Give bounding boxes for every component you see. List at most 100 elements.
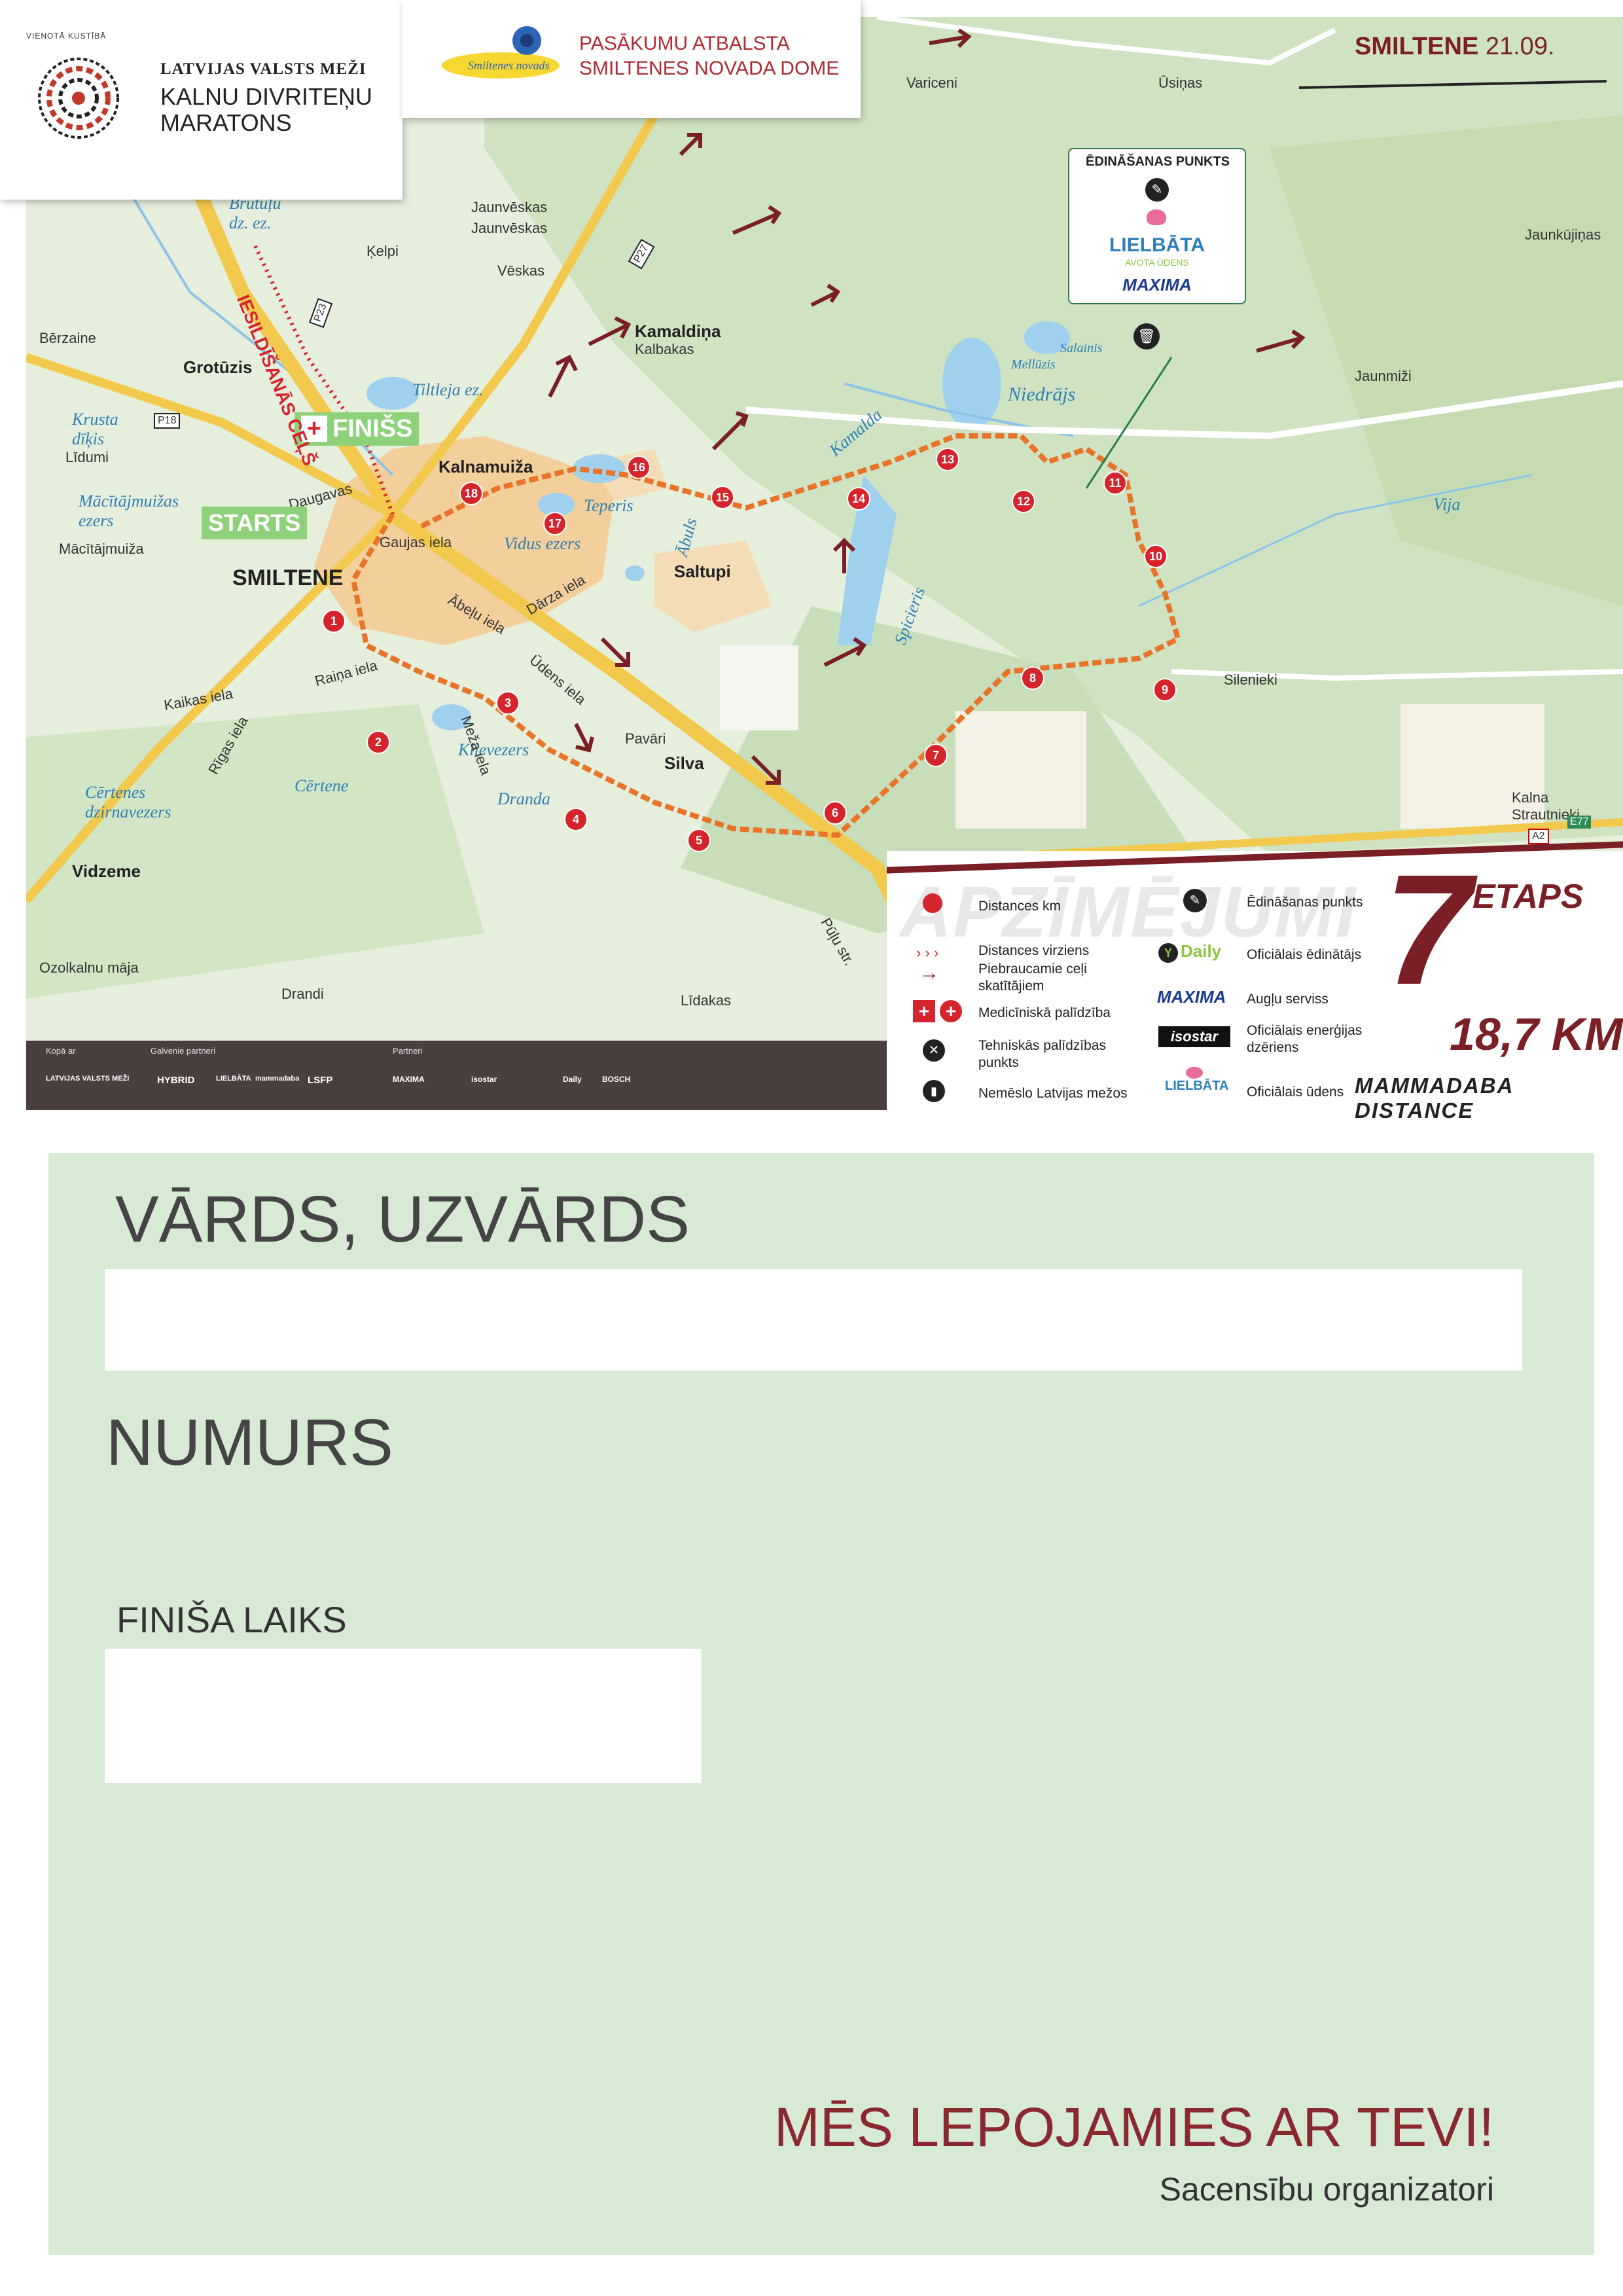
org-name: LATVIJAS VALSTS MEŽI <box>160 60 366 78</box>
number-label: NUMURS <box>106 1406 393 1479</box>
water-label: Vija <box>1433 495 1461 514</box>
partner-logo: LSFP <box>308 1075 333 1086</box>
bird-logo-icon <box>1147 209 1166 225</box>
organizers-signature: Sacensību organizatori <box>1159 2171 1494 2208</box>
stage-number: 7 <box>1384 842 1472 1017</box>
legend-item: Augļu serviss <box>1247 992 1329 1007</box>
km-marker: 6 <box>823 801 847 825</box>
event-series-name: KALNU DIVRITEŅU MARATONS <box>160 83 373 136</box>
water-label: Jaunvēskas <box>471 220 548 236</box>
km-marker: 3 <box>496 691 520 715</box>
legend-item: Oficiālais ūdens <box>1247 1085 1344 1100</box>
town-label: Līdakas <box>681 992 732 1009</box>
smiltene-novads-logo <box>442 26 560 79</box>
organizer-header: VIENOTĀ KUSTĪBĀ LATVIJAS VALSTS MEŽI KAL… <box>0 0 402 200</box>
km-marker: 11 <box>1103 471 1127 495</box>
legend-item: Distances virziens <box>978 943 1090 958</box>
lielbata-bird-icon <box>1186 1067 1203 1079</box>
finish-time-label: FINIŠA LAIKS <box>116 1599 347 1640</box>
water-label: Tiltleja ez. <box>412 380 484 399</box>
partner-logo: BOSCH <box>602 1075 631 1084</box>
lielbata-logo: LIELBĀTA <box>1165 1067 1228 1094</box>
partners-bar: Kopā ar Galvenie partneri Partneri LATVI… <box>26 1041 887 1110</box>
isostar-logo: isostar <box>1158 1026 1230 1047</box>
feed-icon: ✎ <box>1145 178 1169 202</box>
town-label: Ķelpi <box>366 243 399 259</box>
stage-label: ETAPS <box>1472 878 1584 916</box>
partners-label: Kopā ar <box>46 1046 76 1056</box>
water-label: Vidus ezers <box>504 534 581 553</box>
town-label: Līdumi <box>65 449 109 465</box>
legend-item: Nemēslo Latvijas mežos <box>978 1086 1128 1101</box>
event-date-title: SMILTENE 21.09. <box>1355 33 1555 61</box>
town-label: Jaunmiži <box>1355 368 1412 384</box>
name-label: VĀRDS, UZVĀRDS <box>115 1183 690 1256</box>
name-field[interactable] <box>105 1269 1522 1371</box>
event-place: SMILTENE <box>1355 33 1479 60</box>
lielbata-subtitle: AVOTA ŪDENS <box>1125 257 1189 268</box>
water-label: Cērtenes dzirnavezers <box>85 783 171 821</box>
town-label: Silva <box>664 753 704 773</box>
partner-logo: LIELBĀTA <box>216 1075 251 1083</box>
km-marker: 13 <box>936 448 959 471</box>
legend-watermark: APZĪMĒJUMI <box>900 872 1357 952</box>
town-label: Kamaldiņa <box>635 321 721 341</box>
town-label: Silenieki <box>1224 672 1277 688</box>
maxima-logo: MAXIMA <box>1122 275 1192 295</box>
partners-label: Galvenie partneri <box>151 1046 215 1056</box>
lielbata-logo: LIELBĀTA <box>1109 234 1205 256</box>
town-label: Jaunkūjiņas <box>1525 226 1601 243</box>
partner-logo: Daily <box>563 1075 582 1084</box>
town-label: Kalnamuiža <box>438 457 533 476</box>
km-marker: 12 <box>1012 490 1035 513</box>
trash-icon: 🗑 <box>1133 323 1160 350</box>
stage-distance: 18,7 KM <box>1450 1009 1623 1060</box>
legend-item: Piebraucamie ceļi skatītājiem <box>978 961 1087 994</box>
vienota-kustiba-logo <box>38 58 119 139</box>
km-marker: 1 <box>322 609 346 633</box>
town-label: Variceni <box>906 75 957 91</box>
km-marker: 2 <box>366 730 390 754</box>
road-shield: A2 <box>1528 829 1549 844</box>
feed-station-title: ĒDINĀŠANAS PUNKTS <box>1085 154 1230 169</box>
partner-logo: isostar <box>471 1075 497 1084</box>
town-label: Kalbakas <box>635 341 694 357</box>
partners-label: Partneri <box>393 1046 423 1056</box>
direction-arrows-icon: › › › <box>916 944 939 961</box>
town-label: SMILTENE <box>232 565 344 590</box>
km-marker: 18 <box>459 482 483 505</box>
support-header: Smiltenes novads PASĀKUMU ATBALSTA SMILT… <box>402 0 861 118</box>
legend-item: Distances km <box>978 899 1061 914</box>
partner-logo: LATVIJAS VALSTS MEŽI <box>46 1075 130 1083</box>
town-label: Pavāri <box>625 730 666 747</box>
km-marker: 7 <box>924 744 948 767</box>
town-label: Vidzeme <box>72 861 141 881</box>
finish-time-field[interactable] <box>105 1649 702 1783</box>
road-shield: P18 <box>154 413 181 429</box>
road-shield: E77 <box>1567 816 1592 829</box>
feed-station-box: ĒDINĀŠANAS PUNKTS ✎ LIELBĀTA AVOTA ŪDENS… <box>1068 148 1246 304</box>
town-label: Grotūzis <box>183 357 253 377</box>
support-line-1: PASĀKUMU ATBALSTA <box>579 33 790 54</box>
water-label: Mellūzis <box>1011 357 1056 372</box>
town-label: Ūsiņas <box>1158 75 1203 91</box>
logo-ring-text: VIENOTĀ KUSTĪBĀ <box>26 31 107 41</box>
legend-item: Tehniskās palīdzības punkts <box>978 1038 1106 1070</box>
tools-icon: ✕ <box>923 1039 945 1062</box>
daily-brand-text: Daily <box>1181 941 1222 961</box>
water-label: Niedrājs <box>1008 384 1076 405</box>
km-marker: 5 <box>687 829 711 852</box>
street-label: Gaujas iela <box>380 534 452 550</box>
feed-point-icon: ✎ <box>1183 889 1207 912</box>
partner-logo: MAXIMA <box>393 1075 425 1084</box>
km-marker: 8 <box>1021 666 1044 690</box>
event-date: 21.09. <box>1485 33 1555 60</box>
km-marker: 16 <box>627 456 651 479</box>
water-label: Krusta dīķis <box>72 410 118 448</box>
legend-item: Ēdināšanas punkts <box>1247 895 1363 910</box>
support-text: PASĀKUMU ATBALSTA SMILTENES NOVADA DOME <box>579 31 839 81</box>
water-label: Cērtene <box>294 776 349 795</box>
km-marker: 4 <box>564 808 588 831</box>
finish-tag: + FINIŠS <box>294 412 419 446</box>
town-label: Drandi <box>281 986 324 1002</box>
